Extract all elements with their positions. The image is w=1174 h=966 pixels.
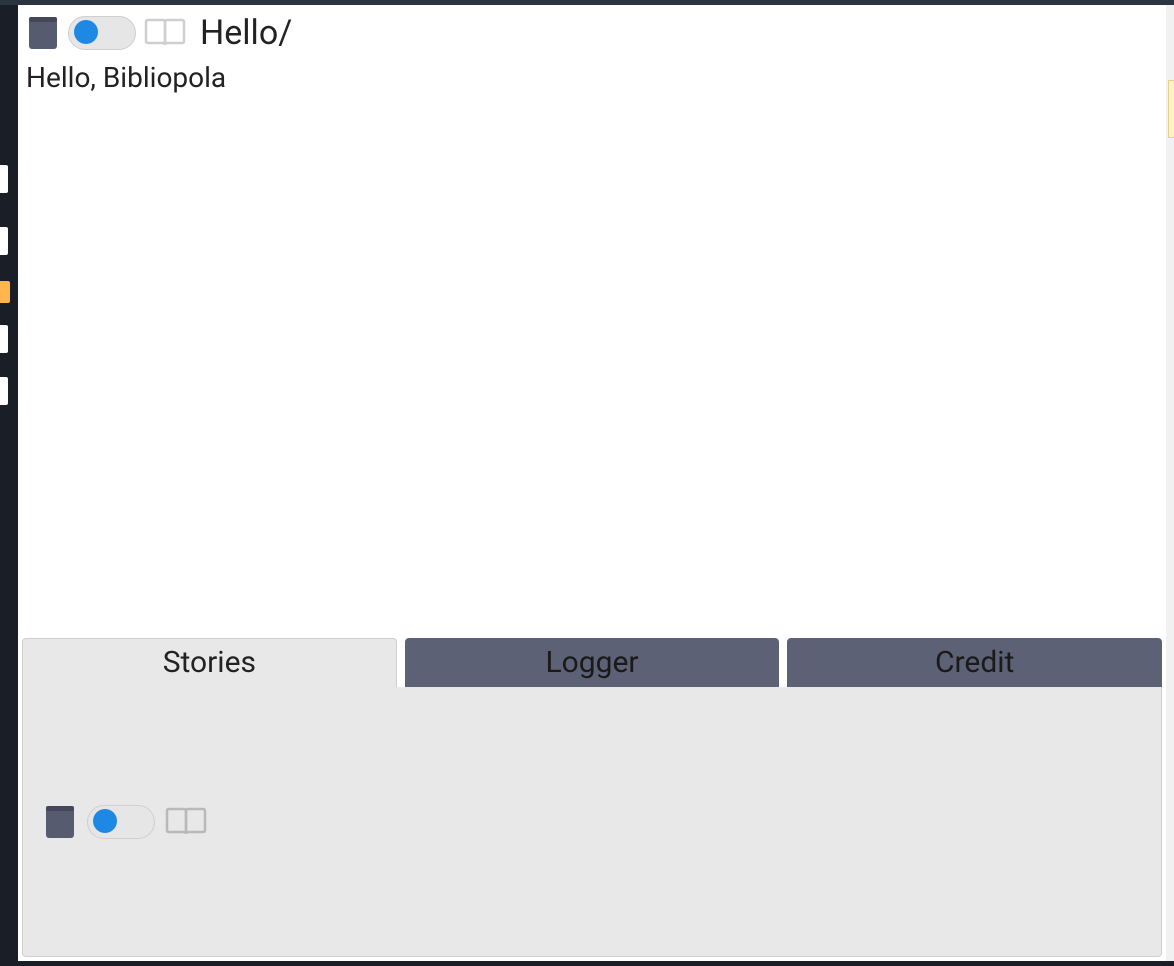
- view-toggle[interactable]: [68, 16, 136, 50]
- tabs-row: Stories Logger Credit: [22, 638, 1162, 687]
- left-stub-highlight: [0, 281, 10, 303]
- stories-panel-body: [22, 687, 1162, 957]
- toggle-knob: [74, 20, 98, 44]
- left-stub: [0, 325, 8, 353]
- story-toggle[interactable]: [87, 805, 155, 839]
- bottom-panel: Stories Logger Credit: [22, 638, 1162, 957]
- page-subtitle: Hello, Bibliopola: [18, 57, 1166, 102]
- book-open-icon[interactable]: [165, 807, 207, 837]
- content-area: [18, 102, 1166, 634]
- story-controls: [43, 804, 207, 840]
- tab-logger[interactable]: Logger: [405, 638, 780, 687]
- tab-credit[interactable]: Credit: [787, 638, 1162, 687]
- left-gutter: [0, 5, 18, 961]
- left-stub: [0, 227, 8, 255]
- toggle-knob: [93, 809, 117, 833]
- breadcrumb[interactable]: Hello/: [200, 13, 292, 53]
- book-closed-icon[interactable]: [26, 15, 60, 51]
- tab-stories[interactable]: Stories: [22, 638, 397, 687]
- left-stub: [0, 165, 8, 193]
- left-stub: [0, 377, 8, 405]
- right-gutter: [1166, 5, 1174, 961]
- right-stub-highlight: [1168, 80, 1174, 138]
- app-frame: Hello/ Hello, Bibliopola Stories Logger …: [18, 5, 1166, 961]
- header-bar: Hello/: [18, 5, 1166, 57]
- book-closed-icon[interactable]: [43, 804, 77, 840]
- book-open-icon[interactable]: [144, 18, 186, 48]
